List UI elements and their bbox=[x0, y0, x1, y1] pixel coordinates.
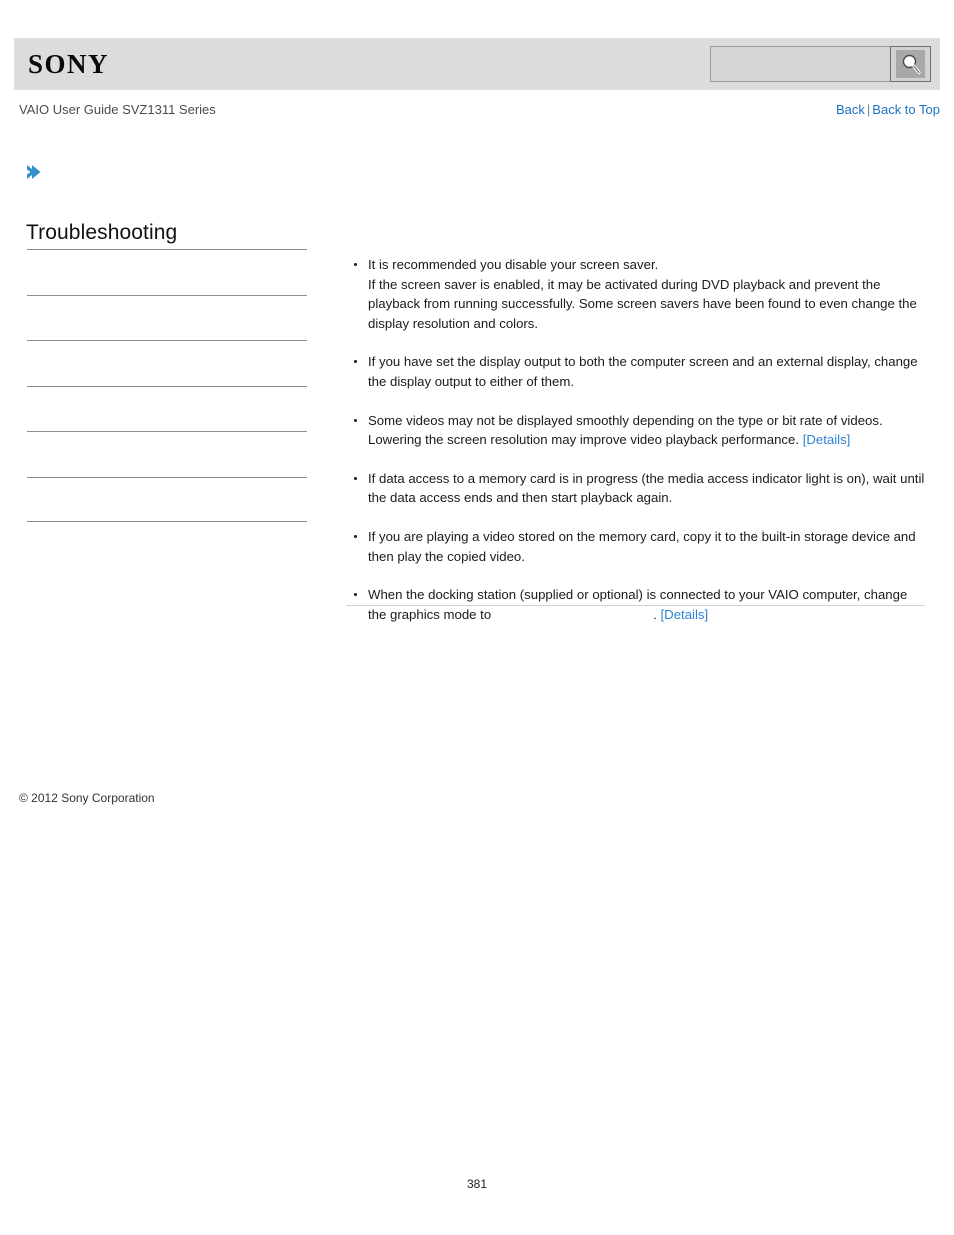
search-icon bbox=[896, 50, 925, 78]
site-header: SONY bbox=[14, 38, 940, 90]
page-number: 381 bbox=[466, 1177, 488, 1191]
list-item: If you have set the display output to bo… bbox=[354, 352, 926, 391]
sidebar-item-1[interactable] bbox=[27, 249, 307, 295]
tip-line-1: If you are playing a video stored on the… bbox=[368, 528, 916, 564]
header-links: Back | Back to Top bbox=[836, 100, 940, 120]
details-link[interactable]: [Details] bbox=[661, 607, 709, 622]
search-input[interactable] bbox=[710, 46, 890, 82]
tip-trailing-text: . bbox=[653, 606, 657, 622]
chevron-right-icon[interactable] bbox=[23, 162, 43, 182]
main-content: It is recommended you disable your scree… bbox=[346, 255, 926, 624]
tip-line-1: It is recommended you disable your scree… bbox=[368, 257, 659, 272]
tip-line-1: If data access to a memory card is in pr… bbox=[368, 470, 925, 506]
sidebar-item-6[interactable] bbox=[27, 476, 307, 522]
list-item: It is recommended you disable your scree… bbox=[354, 255, 926, 333]
back-link[interactable]: Back bbox=[836, 102, 865, 117]
page-title: Troubleshooting bbox=[26, 221, 178, 244]
details-link[interactable]: [Details] bbox=[803, 432, 851, 447]
sidebar-item-5[interactable] bbox=[27, 431, 307, 477]
sidebar-nav-list bbox=[27, 249, 307, 522]
copyright-notice: © 2012 Sony Corporation bbox=[19, 791, 155, 805]
search-area bbox=[710, 46, 931, 82]
search-button[interactable] bbox=[890, 46, 931, 82]
sony-logo: SONY bbox=[28, 49, 110, 79]
tip-line-1: If you have set the display output to bo… bbox=[368, 354, 918, 389]
tip-line-2: If the screen saver is enabled, it may b… bbox=[368, 276, 917, 331]
list-item: Some videos may not be displayed smoothl… bbox=[354, 411, 926, 450]
content-divider bbox=[346, 605, 925, 606]
sidebar-item-2[interactable] bbox=[27, 294, 307, 341]
list-item: If data access to a memory card is in pr… bbox=[354, 469, 926, 508]
tips-list: It is recommended you disable your scree… bbox=[346, 255, 926, 624]
sidebar-item-4[interactable] bbox=[27, 385, 307, 432]
sidebar-item-3[interactable] bbox=[27, 340, 307, 386]
guide-title: VAIO User Guide SVZ1311 Series bbox=[19, 102, 216, 117]
back-to-top-link[interactable]: Back to Top bbox=[872, 102, 940, 117]
sub-header: VAIO User Guide SVZ1311 Series Back | Back… bbox=[0, 100, 954, 124]
list-item: If you are playing a video stored on the… bbox=[354, 527, 926, 566]
